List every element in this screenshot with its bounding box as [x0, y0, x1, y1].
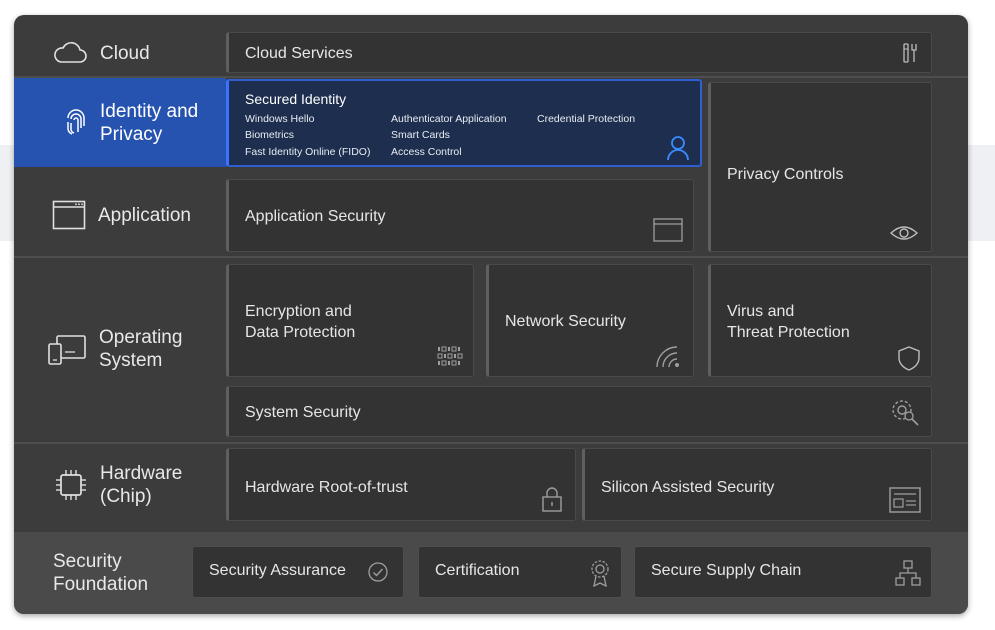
tile-label: Security Assurance	[209, 562, 346, 579]
tile-label: System Security	[245, 404, 361, 421]
window-icon	[52, 200, 86, 230]
tile-application-security[interactable]: Application Security	[226, 179, 694, 252]
tile-label-line2: Threat Protection	[727, 324, 850, 341]
wifi-icon	[655, 343, 683, 375]
identity-item: Fast Identity Online (FIDO)	[245, 146, 371, 158]
network-tree-icon	[895, 560, 921, 591]
category-label: Cloud	[100, 42, 150, 64]
tile-cloud-services[interactable]: Cloud Services	[226, 32, 932, 73]
tile-security-assurance[interactable]: Security Assurance	[192, 546, 404, 598]
tile-label: Hardware Root-of-trust	[245, 479, 408, 496]
tile-privacy-controls[interactable]: Privacy Controls	[708, 82, 932, 252]
tile-certification[interactable]: Certification	[418, 546, 622, 598]
identity-item: Biometrics	[245, 129, 295, 141]
identity-item: Authenticator Application	[391, 113, 507, 125]
tile-virus-threat-protection[interactable]: Virus and Threat Protection	[708, 264, 932, 377]
category-cloud[interactable]: Cloud	[52, 40, 150, 66]
tile-network-security[interactable]: Network Security	[486, 264, 694, 377]
tile-title: Secured Identity	[245, 91, 347, 107]
tile-label-line1: Encryption and	[245, 303, 352, 320]
category-operating-system[interactable]: Operating System	[47, 326, 182, 372]
tile-label-line2: Data Protection	[245, 324, 356, 341]
identity-item: Smart Cards	[391, 129, 450, 141]
row-divider	[14, 442, 968, 444]
identity-item: Windows Hello	[245, 113, 315, 125]
security-stack-diagram: Cloud Identity and Privacy Application O…	[14, 15, 968, 614]
eye-icon	[889, 223, 919, 249]
tile-label-line1: Virus and	[727, 303, 795, 320]
row-divider	[14, 256, 968, 258]
category-label-line1: Identity and	[100, 100, 199, 122]
category-label-line2: Privacy	[100, 123, 163, 145]
fingerprint-icon	[64, 108, 88, 138]
tile-label: Privacy Controls	[727, 166, 844, 183]
identity-item: Credential Protection	[537, 113, 636, 125]
category-identity-privacy[interactable]: Identity and Privacy	[14, 78, 226, 167]
devices-icon	[47, 332, 87, 366]
tile-silicon-assisted-security[interactable]: Silicon Assisted Security	[582, 448, 932, 521]
category-label: Application	[98, 204, 191, 226]
binary-icon	[437, 345, 463, 369]
tile-encryption-data-protection[interactable]: Encryption and Data Protection	[226, 264, 474, 377]
tile-secured-identity[interactable]: Secured Identity Windows Hello Biometric…	[226, 79, 702, 167]
category-label-line2: System	[99, 350, 163, 371]
lock-icon	[541, 485, 563, 519]
tile-label: Secure Supply Chain	[651, 562, 802, 579]
tile-system-security[interactable]: System Security	[226, 386, 932, 437]
category-label-line1: Hardware	[100, 463, 183, 484]
card-icon	[889, 487, 921, 519]
chip-icon	[54, 468, 88, 502]
certificate-icon	[589, 558, 611, 593]
tile-label: Application Security	[245, 208, 386, 225]
cloud-icon	[52, 40, 88, 66]
check-circle-icon	[367, 561, 389, 588]
identity-item: Access Control	[391, 146, 462, 158]
person-icon	[666, 135, 690, 167]
tile-label: Network Security	[505, 313, 626, 330]
window-icon	[653, 218, 683, 248]
tile-label: Silicon Assisted Security	[601, 479, 775, 496]
category-hardware-chip[interactable]: Hardware (Chip)	[54, 462, 182, 508]
category-label-line2: (Chip)	[100, 486, 152, 507]
shield-icon	[897, 345, 921, 377]
category-label-line2: Foundation	[53, 574, 149, 595]
category-label-line1: Security	[53, 551, 122, 572]
category-label-line1: Operating	[99, 327, 183, 348]
tile-hardware-root-of-trust[interactable]: Hardware Root-of-trust	[226, 448, 576, 521]
category-security-foundation[interactable]: Security Foundation	[53, 550, 148, 596]
category-application[interactable]: Application	[52, 200, 191, 230]
gear-search-icon	[889, 397, 921, 433]
tile-label: Certification	[435, 562, 520, 579]
tile-secure-supply-chain[interactable]: Secure Supply Chain	[634, 546, 932, 598]
tile-label: Cloud Services	[245, 45, 353, 62]
tools-icon	[901, 42, 919, 70]
